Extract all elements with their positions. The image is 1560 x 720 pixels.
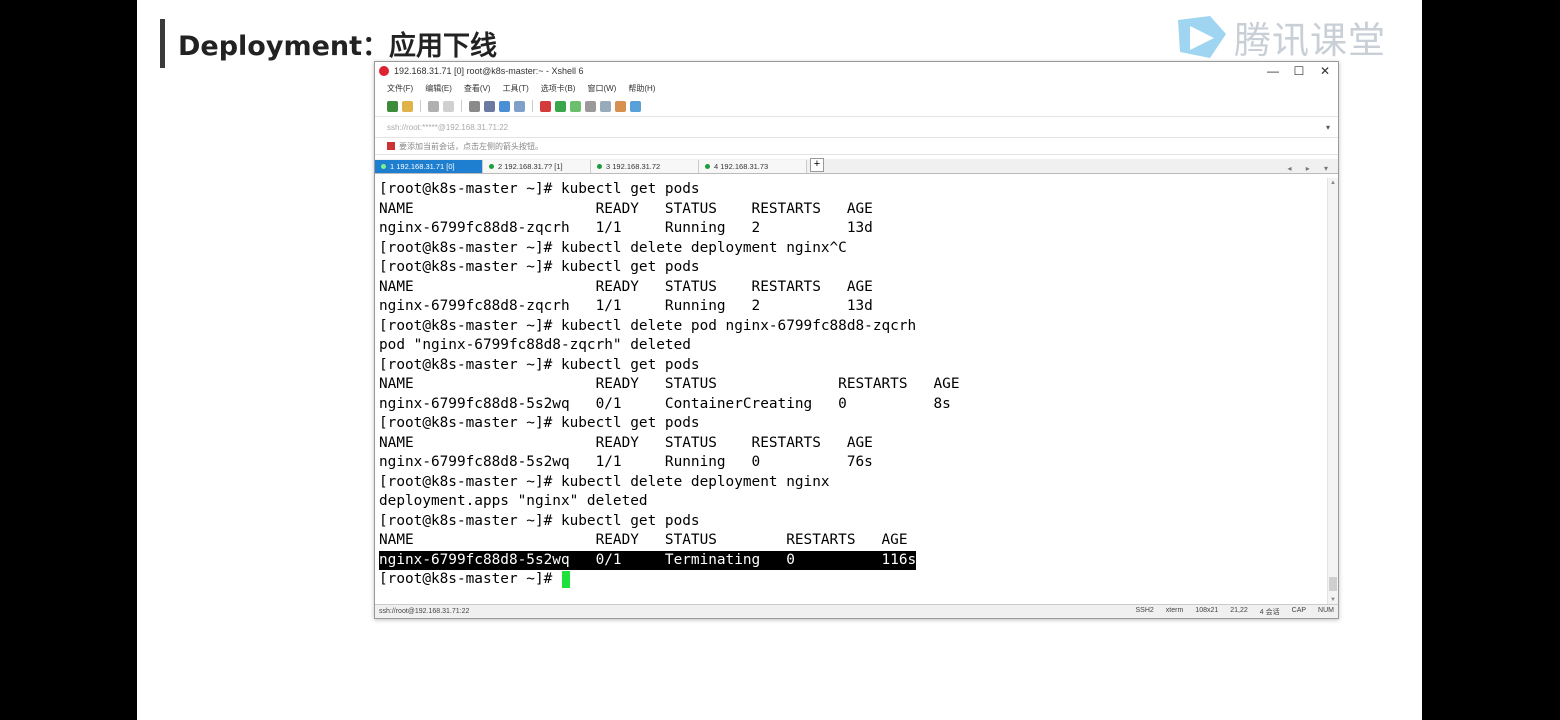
terminal-line: pod "nginx-6799fc88d8-zqcrh" deleted: [379, 337, 691, 353]
terminal-line: NAME READY STATUS RESTARTS AGE: [379, 200, 873, 217]
slide-title: Deployment：应用下线: [178, 31, 498, 62]
lock-icon[interactable]: [585, 100, 596, 112]
menu-window[interactable]: 窗口(W): [587, 83, 616, 94]
session-tab-label: 3 192.168.31.72: [606, 162, 661, 171]
toolbar-separator: [532, 100, 533, 112]
tencent-classroom-logo-icon: [1178, 16, 1226, 58]
status-position: 21,22: [1230, 606, 1248, 614]
status-dot-icon: [381, 164, 386, 169]
terminal-line: [root@k8s-master ~]# kubectl get pods: [379, 181, 700, 197]
session-hint-text: 要添加当前会话，点击左侧的箭头按钮。: [399, 141, 543, 151]
terminal-line: [root@k8s-master ~]# kubectl get pods: [379, 512, 700, 529]
status-dot-icon: [705, 164, 710, 169]
terminal-line: [root@k8s-master ~]#: [379, 571, 561, 587]
menu-view[interactable]: 查看(V): [464, 83, 491, 94]
status-term: xterm: [1165, 606, 1184, 614]
copy-icon[interactable]: [469, 100, 480, 112]
menu-bar: 文件(F) 编辑(E) 查看(V) 工具(T) 选项卡(B) 窗口(W) 帮助(…: [375, 80, 1338, 96]
session-tab-3[interactable]: 3 192.168.31.72: [591, 160, 699, 173]
session-tab-bar: 1 192.168.31.71 [0] 2 192.168.31.7? [1] …: [375, 158, 1338, 174]
session-tab-2[interactable]: 2 192.168.31.7? [1]: [483, 160, 591, 173]
pin-icon[interactable]: [387, 142, 395, 150]
menu-file[interactable]: 文件(F): [387, 83, 413, 94]
brand-watermark: 腾讯课堂: [1170, 12, 1386, 62]
address-input[interactable]: ssh://root:*****@192.168.31.71:22: [387, 123, 508, 132]
chevron-down-icon[interactable]: ▾: [1326, 123, 1330, 132]
disconnect-icon[interactable]: [443, 100, 454, 112]
status-cap: CAP: [1291, 606, 1307, 614]
scroll-up-arrow-icon[interactable]: ▲: [1330, 180, 1336, 186]
status-sessions: 4 会话: [1259, 608, 1280, 616]
status-num: NUM: [1318, 606, 1334, 614]
session-tab-label: 4 192.168.31.73: [714, 162, 769, 171]
open-folder-icon[interactable]: [402, 100, 413, 112]
terminal-line: [root@k8s-master ~]# kubectl get pods: [379, 259, 700, 275]
status-protocol: SSH2: [1135, 606, 1154, 614]
maximize-button[interactable]: ☐: [1286, 64, 1312, 78]
terminal-cursor: [562, 571, 570, 588]
minimize-button[interactable]: —: [1260, 64, 1286, 78]
session-tab-1[interactable]: 1 192.168.31.71 [0]: [375, 160, 483, 173]
xftp-icon[interactable]: [540, 100, 551, 112]
terminal-line: [root@k8s-master ~]# kubectl delete depl…: [379, 473, 830, 490]
new-session-icon[interactable]: [387, 100, 398, 112]
title-accent-bar: [160, 19, 165, 68]
scrollbar-thumb[interactable]: [1329, 577, 1337, 591]
toolbar-separator: [461, 100, 462, 112]
brand-text: 腾讯课堂: [1234, 19, 1386, 62]
terminal-line: [root@k8s-master ~]# kubectl get pods: [379, 415, 700, 431]
session-tab-label: 1 192.168.31.71 [0]: [390, 162, 455, 171]
address-bar[interactable]: ssh://root:*****@192.168.31.71:22 ▾: [375, 117, 1338, 138]
session-hint-bar: 要添加当前会话，点击左侧的箭头按钮。: [375, 138, 1338, 155]
script-icon[interactable]: [555, 100, 566, 112]
terminal-line: nginx-6799fc88d8-zqcrh 1/1 Running 2 13d: [379, 220, 873, 236]
window-title: 192.168.31.71 [0] root@k8s-master:~ - Xs…: [394, 66, 584, 76]
globe-icon[interactable]: [499, 100, 510, 112]
menu-tools[interactable]: 工具(T): [503, 83, 529, 94]
add-tab-button[interactable]: +: [810, 158, 824, 172]
terminal-line: deployment.apps "nginx" deleted: [379, 493, 648, 509]
help-icon[interactable]: [630, 100, 641, 112]
tab-navigation-icon[interactable]: ◂ ▸ ▾: [1288, 164, 1335, 173]
scroll-down-arrow-icon[interactable]: ▼: [1330, 597, 1336, 603]
toolbar: [375, 96, 1338, 117]
keyboard-icon[interactable]: [600, 100, 611, 112]
terminal-line: nginx-6799fc88d8-zqcrh 1/1 Running 2 13d: [379, 298, 873, 314]
status-bar: ssh://root@192.168.31.71:22 SSH2 xterm 1…: [375, 604, 1338, 618]
menu-help[interactable]: 帮助(H): [628, 83, 655, 94]
terminal-line: NAME READY STATUS RESTARTS AGE: [379, 278, 873, 295]
close-button[interactable]: ✕: [1312, 64, 1338, 78]
terminal-line: nginx-6799fc88d8-5s2wq 0/1 ContainerCrea…: [379, 395, 951, 412]
toolbar-separator: [420, 100, 421, 112]
highlight-icon[interactable]: [615, 100, 626, 112]
session-tab-4[interactable]: 4 192.168.31.73: [699, 160, 807, 173]
menu-tabs[interactable]: 选项卡(B): [541, 83, 576, 94]
terminal-output[interactable]: [root@k8s-master ~]# kubectl get pods NAM…: [375, 178, 1326, 605]
connect-icon[interactable]: [428, 100, 439, 112]
status-connection: ssh://root@192.168.31.71:22: [379, 608, 470, 615]
terminal-line: [root@k8s-master ~]# kubectl delete pod …: [379, 317, 917, 334]
font-icon[interactable]: [514, 100, 525, 112]
menu-edit[interactable]: 编辑(E): [425, 83, 452, 94]
terminal-line: [root@k8s-master ~]# kubectl delete depl…: [379, 239, 847, 256]
terminal-line: NAME READY STATUS RESTARTS AGE: [379, 434, 873, 451]
terminal-line: nginx-6799fc88d8-5s2wq 0/1 Terminating 0…: [379, 550, 917, 570]
status-size: 108x21: [1195, 606, 1219, 614]
terminal-line: [root@k8s-master ~]# kubectl get pods: [379, 356, 700, 373]
terminal-line: nginx-6799fc88d8-5s2wq 1/1 Running 0 76s: [379, 454, 873, 470]
terminal-scrollbar[interactable]: ▲ ▼: [1327, 178, 1338, 605]
terminal-line: NAME READY STATUS RESTARTS AGE: [379, 532, 908, 548]
status-dot-icon: [597, 164, 602, 169]
terminal-line: NAME READY STATUS RESTARTS AGE: [379, 376, 960, 392]
xshell-icon: [379, 66, 389, 76]
window-titlebar: 192.168.31.71 [0] root@k8s-master:~ - Xs…: [375, 62, 1338, 80]
fullscreen-icon[interactable]: [570, 100, 581, 112]
xshell-window: 192.168.31.71 [0] root@k8s-master:~ - Xs…: [374, 61, 1339, 619]
find-icon[interactable]: [484, 100, 495, 112]
status-dot-icon: [489, 164, 494, 169]
session-tab-label: 2 192.168.31.7? [1]: [498, 162, 563, 171]
